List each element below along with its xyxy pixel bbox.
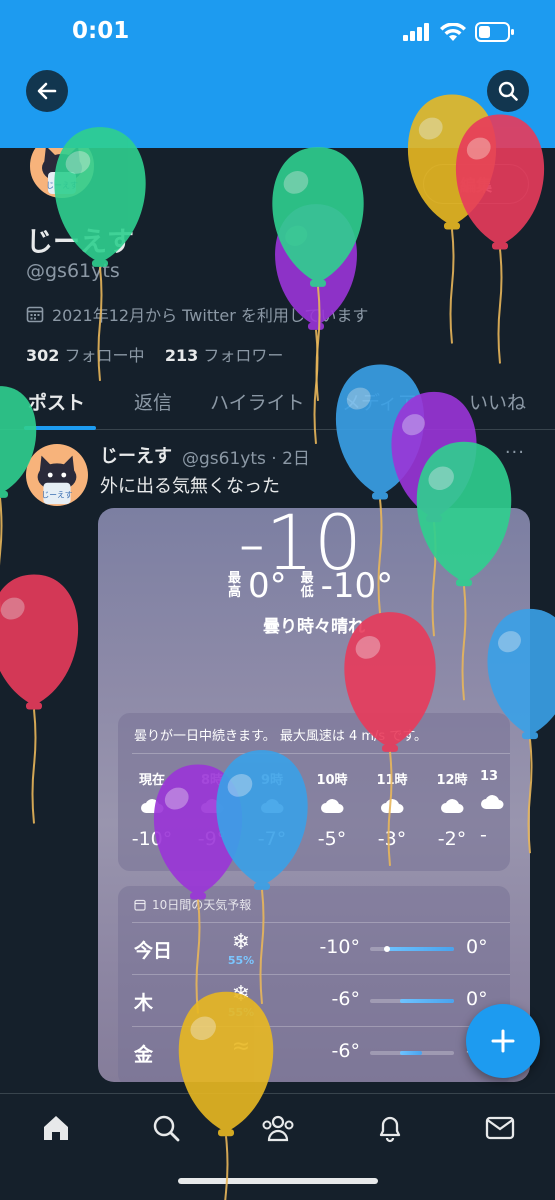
back-button[interactable] <box>26 70 68 112</box>
compose-button[interactable] <box>466 1004 540 1078</box>
tab-posts[interactable]: ポスト <box>28 388 85 415</box>
high-temp: 0° <box>248 566 287 606</box>
profile-header-banner <box>0 70 555 148</box>
search-button[interactable] <box>487 70 529 112</box>
tab-likes[interactable]: いいね <box>469 388 526 415</box>
search-icon <box>498 81 518 101</box>
following-link[interactable]: 302 フォロー中 <box>26 346 145 365</box>
status-time: 0:01 <box>72 18 130 44</box>
wifi-icon <box>440 22 466 41</box>
active-tab-indicator <box>24 426 96 430</box>
followers-link[interactable]: 213 フォロワー <box>165 346 284 365</box>
status-bar: 0:01 <box>0 0 555 70</box>
communities-icon <box>262 1115 294 1142</box>
high-label: 最高 <box>228 571 242 600</box>
balloon <box>272 147 364 401</box>
hour-item: 現在 -10° <box>126 769 178 850</box>
snow-icon: ❄ <box>231 982 251 1007</box>
tweet-author[interactable]: じーえす <box>100 442 172 468</box>
tweet-text: 外に出る気無くなった <box>100 476 280 497</box>
profile-handle: @gs61yts <box>26 260 120 282</box>
battery-icon <box>475 22 514 42</box>
hour-item: 12時 -2° <box>426 769 478 850</box>
daily-row: 金 ≈ -6° - <box>118 1028 510 1078</box>
nav-search[interactable] <box>146 1108 186 1148</box>
wind-icon: ≈ <box>231 1034 251 1059</box>
status-icons <box>403 22 515 42</box>
more-options-icon[interactable]: ··· <box>505 442 525 463</box>
home-indicator <box>178 1178 378 1184</box>
hour-item: 13- <box>480 769 510 846</box>
svg-text:じーえす: じーえす <box>41 490 72 499</box>
tab-highlights[interactable]: ハイライト <box>210 388 305 415</box>
hour-item: 9時 -7° <box>246 769 298 850</box>
low-label: 最低 <box>300 571 314 600</box>
nav-communities[interactable] <box>258 1108 298 1148</box>
divider <box>132 753 510 754</box>
daily-forecast-title: 10日間の天気予報 <box>134 896 251 913</box>
following-label: フォロー中 <box>64 346 145 365</box>
follow-stats: 302 フォロー中 213 フォロワー <box>26 342 283 366</box>
hour-item: 10時 -5° <box>306 769 358 850</box>
search-icon <box>153 1115 180 1142</box>
arrow-left-icon <box>37 82 57 100</box>
calendar-icon <box>134 899 146 911</box>
following-count: 302 <box>26 346 60 365</box>
high-low: 最高 0° 最低 -10° <box>228 566 393 606</box>
plus-icon <box>491 1029 515 1053</box>
balloon <box>455 114 545 364</box>
cloud-icon <box>246 798 298 818</box>
cloud-icon <box>306 798 358 818</box>
daily-forecast-card: 10日間の天気予報 今日 ❄ 55% -10° 0° 木 ❄ 55% -6° 0… <box>118 886 510 1082</box>
cloud-icon <box>186 798 238 818</box>
calendar-icon <box>26 306 44 323</box>
svg-text:じーえす: じーえす <box>46 181 78 190</box>
profile-tabs: ポスト 返信 ハイライト メディア いいね <box>0 380 555 430</box>
tweet-handle-time: @gs61yts · 2日 <box>182 449 310 469</box>
nav-messages[interactable] <box>480 1108 520 1148</box>
cloud-icon <box>480 794 510 814</box>
daily-row: 木 ❄ 55% -6° 0° <box>134 982 488 1019</box>
snow-icon: ❄ <box>231 930 251 955</box>
joined-text: 2021年12月から Twitter を利用しています <box>52 306 369 325</box>
weather-summary: 曇りが一日中続きます。 最大風速は 4 m/s です。 <box>134 729 428 744</box>
hourly-forecast-card: 曇りが一日中続きます。 最大風速は 4 m/s です。 現在 -10° 8時 -9°… <box>118 713 510 871</box>
tweet-image-weather[interactable]: -10 最高 0° 最低 -10° 曇り時々晴れ 曇りが一日中続きます。 最大風… <box>98 508 530 1082</box>
cloud-icon <box>426 798 478 818</box>
tweet-avatar[interactable]: じーえす <box>26 444 88 506</box>
tab-replies[interactable]: 返信 <box>134 388 172 415</box>
bell-icon <box>379 1116 401 1143</box>
mail-icon <box>485 1116 515 1140</box>
cellular-signal-icon <box>403 23 429 41</box>
cloud-icon <box>366 798 418 818</box>
tab-media[interactable]: メディア <box>342 388 417 415</box>
followers-count: 213 <box>164 346 199 365</box>
tweet[interactable]: じーえす じーえす @gs61yts · 2日 ··· 外に出る気無くなった -… <box>0 432 555 1092</box>
home-icon <box>44 1116 68 1140</box>
low-temp: -10° <box>320 566 394 606</box>
joined-date: 2021年12月から Twitter を利用しています <box>26 302 368 326</box>
nav-home[interactable] <box>36 1108 76 1148</box>
daily-row: 今日 ❄ 55% -10° 0° <box>134 930 488 967</box>
avatar-cat-icon: じーえす <box>37 455 77 505</box>
hour-item: 11時 -3° <box>366 769 418 850</box>
followers-label: フォロワー <box>203 346 284 365</box>
bottom-tab-bar <box>0 1093 555 1200</box>
edit-profile-button[interactable]: 編集 <box>423 164 529 204</box>
nav-notifications[interactable] <box>370 1108 410 1148</box>
hour-item: 8時 -9° <box>186 769 238 850</box>
weather-condition: 曇り時々晴れ <box>263 617 365 637</box>
display-name: じーえす <box>26 227 134 258</box>
cloud-icon <box>126 798 178 818</box>
